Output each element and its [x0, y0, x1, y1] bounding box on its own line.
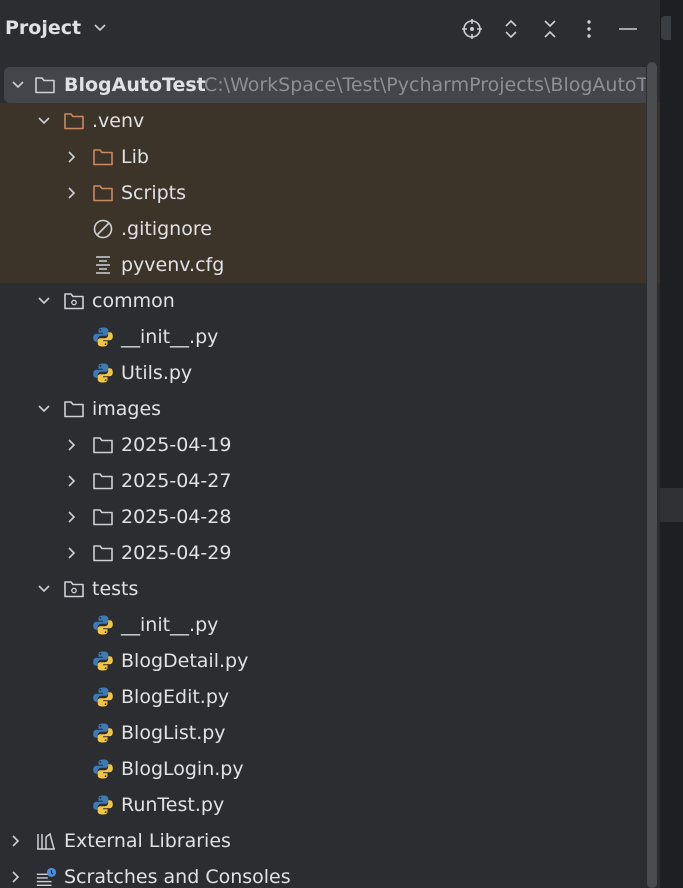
tree-item-label: 2025-04-29 [121, 542, 232, 564]
python-file-icon [92, 614, 114, 636]
tree-item-label: tests [92, 578, 139, 600]
scratches-icon [35, 866, 57, 888]
tree-item-label: Scratches and Consoles [64, 866, 291, 888]
tree-item-label: BlogLogin.py [121, 758, 244, 780]
text-file-icon [92, 254, 114, 276]
chevron-right-icon[interactable] [64, 149, 80, 165]
python-file-icon [92, 794, 114, 816]
collapse-all-icon[interactable] [537, 16, 563, 42]
python-file-icon [92, 758, 114, 780]
chevron-down-icon [94, 24, 106, 32]
more-icon[interactable] [576, 16, 602, 42]
folder-icon [63, 398, 85, 420]
tree-item-label: pyvenv.cfg [121, 254, 225, 276]
locate-icon[interactable] [459, 16, 485, 42]
tree-item-image-dir[interactable]: 2025-04-28 [0, 499, 660, 535]
project-view-selector[interactable]: Project [5, 17, 107, 39]
tree-item-label: images [92, 398, 162, 420]
ignore-file-icon [92, 218, 114, 240]
tree-item-label: Lib [121, 146, 149, 168]
tree-item-label: Scripts [121, 182, 187, 204]
tree-item-label: BlogEdit.py [121, 686, 230, 708]
excluded-folder-icon [63, 110, 85, 132]
chevron-down-icon[interactable] [36, 401, 52, 417]
tree-item-label: .venv [92, 110, 145, 132]
library-icon [35, 830, 57, 852]
python-file-icon [92, 722, 114, 744]
chevron-right-icon[interactable] [64, 545, 80, 561]
tree-item-test-file[interactable]: RunTest.py [0, 787, 660, 823]
project-title: Project [5, 17, 82, 39]
tree-item-common[interactable]: common [0, 283, 660, 319]
tree-item-test-file[interactable]: __init__.py [0, 607, 660, 643]
tree-item-test-file[interactable]: BlogDetail.py [0, 643, 660, 679]
package-folder-icon [63, 290, 85, 312]
tree-item-label: BlogList.py [121, 722, 226, 744]
tree-item-scratches[interactable]: Scratches and Consoles [0, 859, 660, 888]
editor-gutter-highlight [660, 488, 683, 522]
project-header: Project [0, 0, 660, 58]
package-folder-icon [63, 578, 85, 600]
chevron-right-icon[interactable] [8, 869, 24, 885]
tree-item-image-dir[interactable]: 2025-04-27 [0, 463, 660, 499]
tree-item-utils[interactable]: Utils.py [0, 355, 660, 391]
tree-item-label: .gitignore [121, 218, 212, 240]
tree-item-common-init[interactable]: __init__.py [0, 319, 660, 355]
folder-icon [92, 470, 114, 492]
tree-item-gitignore[interactable]: .gitignore [0, 211, 660, 247]
tree-item-label: External Libraries [64, 830, 231, 852]
tree-item-image-dir[interactable]: 2025-04-19 [0, 427, 660, 463]
tree-item-lib[interactable]: Lib [0, 139, 660, 175]
tree-item-tests[interactable]: tests [0, 571, 660, 607]
tree-item-scripts[interactable]: Scripts [0, 175, 660, 211]
tree-item-label: BlogAutoTest [64, 74, 206, 96]
chevron-right-icon[interactable] [64, 437, 80, 453]
python-file-icon [92, 686, 114, 708]
tree-item-venv[interactable]: .venv [0, 103, 660, 139]
tree-item-label: __init__.py [121, 614, 219, 636]
editor-edge [660, 0, 683, 888]
folder-icon [92, 542, 114, 564]
chevron-down-icon[interactable] [36, 293, 52, 309]
excluded-folder-icon [92, 182, 114, 204]
tree-item-images[interactable]: images [0, 391, 660, 427]
python-file-icon [92, 326, 114, 348]
python-file-icon [92, 650, 114, 672]
tree-item-label: RunTest.py [121, 794, 225, 816]
excluded-folder-icon [92, 146, 114, 168]
tree-item-root[interactable]: BlogAutoTest C:\WorkSpace\Test\PycharmPr… [4, 67, 656, 103]
tree-item-external-libraries[interactable]: External Libraries [0, 823, 660, 859]
chevron-right-icon[interactable] [64, 473, 80, 489]
tree-item-label: 2025-04-19 [121, 434, 232, 456]
tree-item-pyvenv[interactable]: pyvenv.cfg [0, 247, 660, 283]
folder-icon [92, 506, 114, 528]
tree-item-label: __init__.py [121, 326, 219, 348]
project-path: C:\WorkSpace\Test\PycharmProjects\BlogAu… [204, 74, 656, 96]
tree-item-label: 2025-04-28 [121, 506, 232, 528]
chevron-right-icon[interactable] [64, 185, 80, 201]
chevron-down-icon[interactable] [36, 581, 52, 597]
tree-item-image-dir[interactable]: 2025-04-29 [0, 535, 660, 571]
expand-all-icon[interactable] [498, 16, 524, 42]
editor-tab-edge[interactable] [661, 16, 671, 40]
chevron-down-icon[interactable] [10, 77, 26, 93]
tree-item-test-file[interactable]: BlogList.py [0, 715, 660, 751]
tree-item-label: Utils.py [121, 362, 193, 384]
chevron-down-icon[interactable] [36, 113, 52, 129]
tree-item-label: BlogDetail.py [121, 650, 249, 672]
minimize-icon[interactable] [615, 16, 641, 42]
python-file-icon [92, 362, 114, 384]
tree-item-test-file[interactable]: BlogEdit.py [0, 679, 660, 715]
tree-item-test-file[interactable]: BlogLogin.py [0, 751, 660, 787]
folder-icon [92, 434, 114, 456]
tree-item-label: 2025-04-27 [121, 470, 232, 492]
chevron-right-icon[interactable] [8, 833, 24, 849]
scrollbar-thumb[interactable] [647, 62, 657, 888]
project-tool-window: Project BlogAutoTest C:\WorkSpace\Test\P… [0, 0, 660, 888]
tree-item-label: common [92, 290, 175, 312]
folder-icon [34, 74, 56, 96]
chevron-right-icon[interactable] [64, 509, 80, 525]
